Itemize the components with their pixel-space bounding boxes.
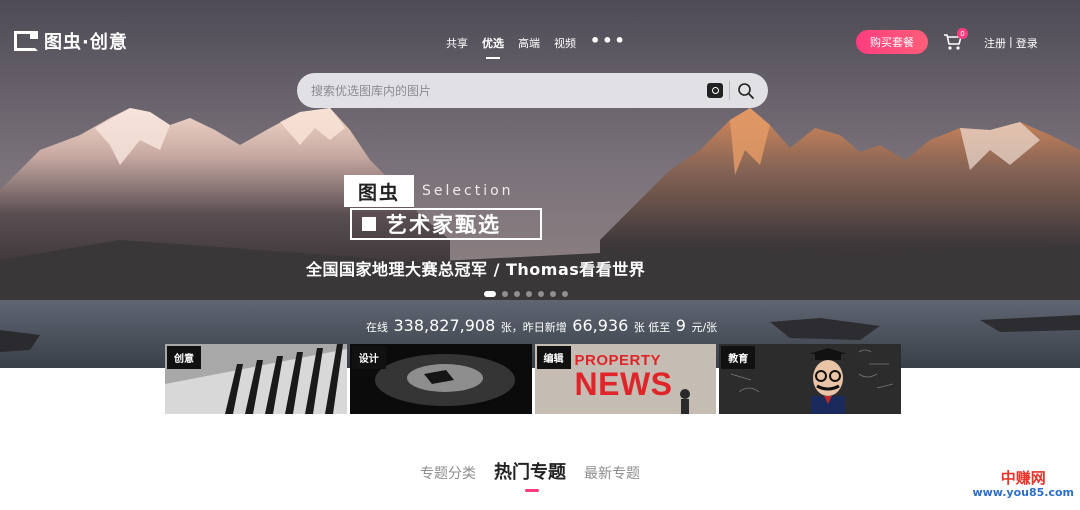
nav-more-icon[interactable]: •••	[590, 33, 627, 51]
banner-title-box: 艺术家甄选	[350, 208, 542, 240]
auth-links: 注册 | 登录	[984, 35, 1038, 51]
tab-hot-topics[interactable]: 热门专题	[494, 458, 566, 492]
register-link[interactable]: 注册	[984, 35, 1006, 51]
bookmark-icon	[362, 217, 376, 231]
main-nav: 共享 优选 高端 视频 •••	[446, 33, 627, 59]
stats-price: 9	[675, 316, 686, 335]
carousel-dot[interactable]	[526, 291, 532, 297]
watermark-title: 中赚网	[1000, 469, 1046, 487]
category-tile-editorial[interactable]: 编辑 PROPERTY NEWS	[534, 344, 717, 414]
carousel-dot[interactable]	[550, 291, 556, 297]
topic-tabs: 专题分类 热门专题 最新专题	[420, 458, 640, 492]
category-tiles: 创意 设计 编辑 PROPERTY NEWS 教育	[165, 344, 901, 414]
camera-search-icon[interactable]	[707, 83, 723, 98]
nav-item-shared[interactable]: 共享	[446, 35, 468, 51]
carousel-dot[interactable]	[484, 291, 496, 297]
carousel-dot[interactable]	[514, 291, 520, 297]
search-divider	[729, 81, 730, 100]
category-label: 编辑	[536, 346, 571, 369]
library-stats: 在线 338,827,908 张，昨日新增 66,936 张 低至 9 元/张	[366, 316, 717, 335]
stats-online-unit: 张，昨日新增	[500, 321, 567, 334]
banner-subtitle: 全国国家地理大赛总冠军 / Thomas看看世界	[306, 260, 646, 279]
carousel-dot[interactable]	[562, 291, 568, 297]
category-label: 设计	[351, 346, 386, 369]
stats-online-label: 在线	[366, 321, 388, 334]
stats-price-unit: 元/张	[691, 321, 718, 334]
nav-item-high-end[interactable]: 高端	[518, 35, 540, 51]
carousel-dot[interactable]	[502, 291, 508, 297]
stats-new-unit: 张 低至	[633, 321, 671, 334]
banner-headline[interactable]: 图虫 Selection 艺术家甄选 全国国家地理大赛总冠军 / Thomas看…	[306, 172, 666, 282]
carousel-indicators	[484, 291, 568, 297]
search-bar	[297, 73, 768, 108]
stats-new-count: 66,936	[572, 316, 629, 335]
stats-online-count: 338,827,908	[393, 316, 496, 335]
search-input[interactable]	[311, 81, 691, 101]
cart-count-badge: 0	[957, 28, 968, 39]
carousel-dot[interactable]	[538, 291, 544, 297]
tab-latest-topics[interactable]: 最新专题	[584, 463, 640, 483]
news-tile-line2: NEWS	[574, 366, 673, 402]
tab-topic-categories[interactable]: 专题分类	[420, 463, 476, 483]
search-icon[interactable]	[737, 82, 755, 100]
category-tile-education[interactable]: 教育	[719, 344, 901, 414]
buy-package-button[interactable]: 购买套餐	[856, 30, 928, 54]
category-tile-creative[interactable]: 创意	[165, 344, 347, 414]
site-logo[interactable]: 图虫·创意	[14, 30, 128, 53]
category-label: 创意	[167, 346, 201, 369]
site-watermark: 中赚网 www.you85.com	[972, 470, 1074, 499]
login-link[interactable]: 登录	[1016, 35, 1038, 51]
banner-brand: 图虫	[344, 175, 414, 207]
auth-separator: |	[1009, 35, 1013, 48]
nav-item-video[interactable]: 视频	[554, 35, 576, 51]
watermark-url: www.you85.com	[972, 485, 1074, 499]
banner-title: 艺术家甄选	[386, 213, 501, 237]
nav-item-premium-select[interactable]: 优选	[482, 35, 504, 59]
logo-icon	[14, 31, 38, 51]
hero-banner: 图虫·创意 共享 优选 高端 视频 ••• 购买套餐 0 注册 | 登录 图虫 …	[0, 0, 1080, 368]
banner-selection-label: Selection	[422, 183, 514, 199]
category-label: 教育	[721, 346, 756, 369]
logo-text: 图虫·创意	[44, 32, 128, 53]
category-tile-design[interactable]: 设计	[349, 344, 532, 414]
